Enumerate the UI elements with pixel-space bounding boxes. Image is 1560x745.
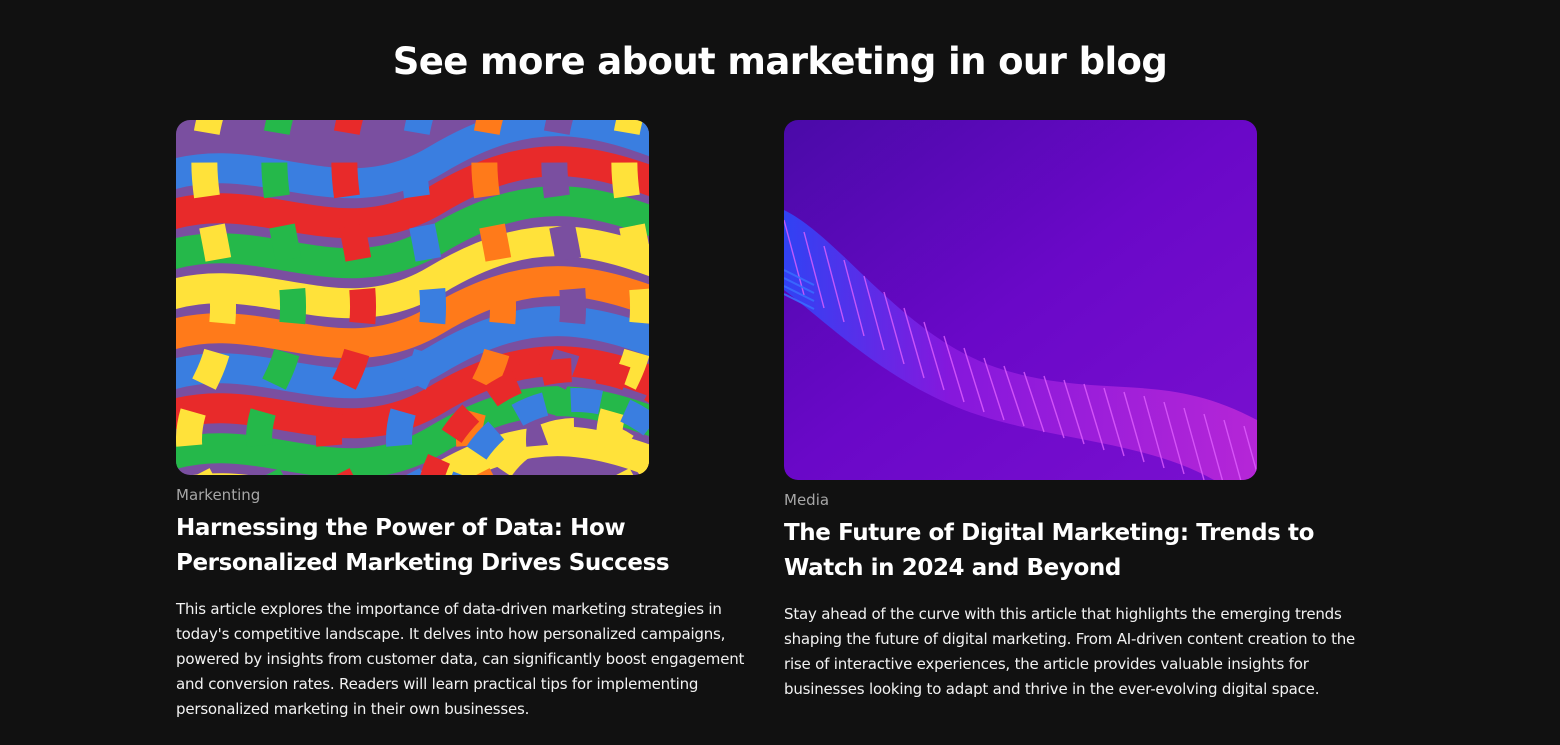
post-category: Media (784, 491, 830, 509)
colorful-pattern-image (176, 120, 649, 475)
post-category: Markenting (176, 486, 261, 504)
blog-card-image-link[interactable] (176, 120, 649, 475)
purple-wave-image (784, 120, 1257, 480)
post-description: This article explores the importance of … (176, 600, 745, 718)
post-title-link[interactable]: The Future of Digital Marketing: Trends … (784, 516, 1384, 586)
blog-card: Markenting Harnessing the Power of Data:… (176, 120, 776, 737)
post-description: Stay ahead of the curve with this articl… (784, 605, 1356, 698)
post-title-link[interactable]: Harnessing the Power of Data: How Person… (176, 511, 776, 581)
blog-card: Media The Future of Digital Marketing: T… (784, 120, 1384, 717)
blog-section: See more about marketing in our blog Mar… (0, 0, 1560, 745)
blog-card-image-link[interactable] (784, 120, 1257, 480)
section-title: See more about marketing in our blog (392, 40, 1168, 83)
